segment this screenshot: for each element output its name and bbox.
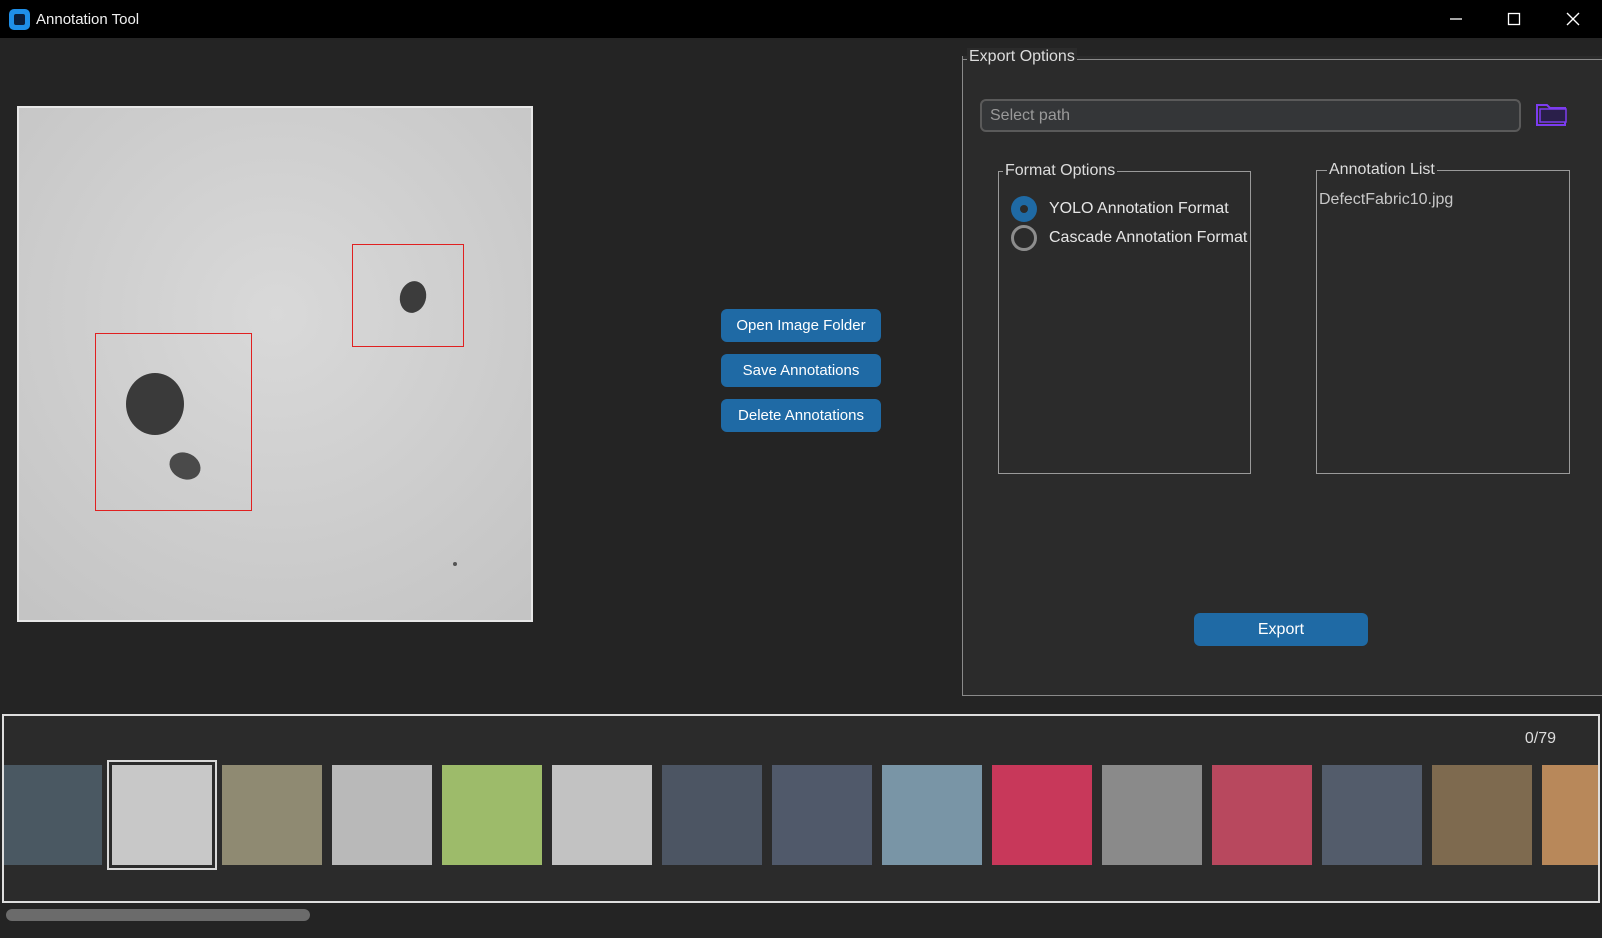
bounding-box[interactable] <box>95 333 252 511</box>
horizontal-scrollbar[interactable] <box>6 909 310 921</box>
minimize-button[interactable] <box>1427 0 1485 38</box>
thumbnail[interactable] <box>107 760 217 870</box>
close-icon <box>1566 12 1580 26</box>
thumbnail[interactable] <box>772 765 872 865</box>
export-options-panel: Export Options Select path Format Option… <box>962 48 1602 696</box>
close-button[interactable] <box>1544 0 1602 38</box>
folder-icon[interactable] <box>1535 99 1569 129</box>
minimize-icon <box>1450 18 1462 20</box>
export-options-legend: Export Options <box>967 48 1077 66</box>
title-bar: Annotation Tool <box>0 0 1602 38</box>
thumbnail[interactable] <box>222 765 322 865</box>
save-annotations-button[interactable]: Save Annotations <box>721 354 881 387</box>
radio-label: YOLO Annotation Format <box>1049 200 1229 217</box>
open-image-folder-button[interactable]: Open Image Folder <box>721 309 881 342</box>
thumbnail[interactable] <box>1212 765 1312 865</box>
thumbnail[interactable] <box>442 765 542 865</box>
thumbnail-gallery[interactable]: 0/79 <box>2 714 1600 903</box>
thumbnail[interactable] <box>1432 765 1532 865</box>
thumbnail[interactable] <box>662 765 762 865</box>
annotation-list-item[interactable]: DefectFabric10.jpg <box>1319 191 1453 209</box>
image-counter: 0/79 <box>1524 730 1556 747</box>
thumbnail[interactable] <box>332 765 432 865</box>
thumbnail[interactable] <box>1542 765 1598 865</box>
radio-cascade[interactable]: Cascade Annotation Format <box>1011 225 1247 251</box>
annotation-list-group: Annotation List DefectFabric10.jpg <box>1316 161 1570 474</box>
radio-unselected-icon <box>1011 225 1037 251</box>
app-icon <box>9 9 30 30</box>
thumbnail[interactable] <box>1322 765 1422 865</box>
format-options-legend: Format Options <box>1003 162 1118 180</box>
radio-yolo[interactable]: YOLO Annotation Format <box>1011 196 1229 222</box>
thumbnail[interactable] <box>992 765 1092 865</box>
thumbnail[interactable] <box>552 765 652 865</box>
maximize-button[interactable] <box>1485 0 1543 38</box>
export-button[interactable]: Export <box>1194 613 1368 646</box>
thumbnail[interactable] <box>882 765 982 865</box>
format-options-group: Format Options YOLO Annotation Format Ca… <box>998 162 1251 474</box>
window-title: Annotation Tool <box>36 11 140 28</box>
delete-annotations-button[interactable]: Delete Annotations <box>721 399 881 432</box>
path-input[interactable]: Select path <box>980 99 1521 132</box>
maximize-icon <box>1507 12 1521 26</box>
thumbnail[interactable] <box>4 765 102 865</box>
bounding-box[interactable] <box>352 244 464 347</box>
thumbnail[interactable] <box>1102 765 1202 865</box>
image-canvas[interactable] <box>17 106 533 622</box>
annotation-list-legend: Annotation List <box>1327 161 1437 179</box>
radio-selected-icon <box>1011 196 1037 222</box>
radio-label: Cascade Annotation Format <box>1049 229 1248 246</box>
